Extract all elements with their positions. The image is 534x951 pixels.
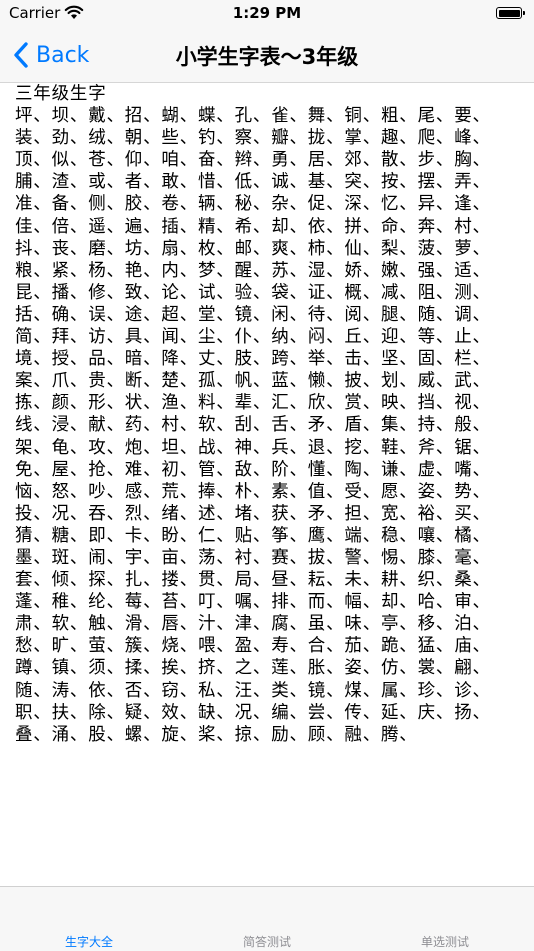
tab-short-answer-test[interactable]: 简答测试 [178,933,356,950]
character-line: 昆、播、修、致、论、试、验、袋、证、概、减、阻、测、 [15,282,491,303]
character-line: 佳、倍、遥、遍、插、精、希、却、依、拼、命、奔、村、 [15,216,491,237]
tab-all-characters[interactable]: 生字大全 [0,933,178,950]
character-line: 免、屋、抢、难、初、管、敌、阶、懂、陶、谦、虚、嘴、 [15,459,491,480]
character-line: 坪、坝、戴、招、蝴、蝶、孔、雀、舞、铜、粗、尾、要、 [15,106,491,127]
character-line: 境、授、品、暗、降、丈、肢、跨、举、击、坚、固、栏、 [15,349,491,370]
character-line: 恼、怒、吵、感、荒、捧、朴、素、值、受、愿、姿、势、 [15,481,491,502]
page-title: 小学生字表～3年级 [175,45,359,69]
character-line: 粮、紧、杨、艳、内、梦、醒、苏、湿、娇、嫩、强、适、 [15,260,491,281]
character-line: 肃、软、触、滑、唇、汁、津、腐、虽、味、亭、移、泊、 [15,614,491,635]
character-line: 架、龟、攻、炮、坦、战、神、兵、退、挖、鞋、斧、锯、 [15,437,491,458]
character-line: 准、备、侧、胶、卷、辆、秘、杂、促、深、忆、异、逢、 [15,194,491,215]
character-line: 括、确、误、途、超、堂、镜、闲、待、阅、腿、随、调、 [15,304,491,325]
character-line: 顶、似、苍、仰、咱、奋、辫、勇、居、郊、散、步、胸、 [15,150,491,171]
character-list-text: 三年级生字 坪、坝、戴、招、蝴、蝶、孔、雀、舞、铜、粗、尾、要、 装、劲、绒、朝、些… [15,83,525,746]
character-line: 拣、颜、形、状、渔、料、辈、汇、欣、赏、映、挡、视、 [15,393,491,414]
character-line: 装、劲、绒、朝、些、钓、察、瓣、拢、掌、趣、爬、峰、 [15,128,491,149]
status-time: 1:29 PM [232,4,302,22]
character-line: 蹲、镇、须、揉、挨、挤、之、莲、胀、姿、仿、裳、翩、 [15,658,491,679]
character-line: 叠、涌、股、螺、旋、桨、掠、励、顾、融、腾、 [15,724,418,745]
character-line: 愁、旷、萤、簇、烧、喂、盈、寿、合、茄、跪、猛、庙、 [15,636,491,657]
character-line: 脯、渣、或、者、敢、惜、低、诚、基、突、按、摆、弄、 [15,172,491,193]
status-bar: Carrier 1:29 PM [0,0,534,28]
character-line: 猜、糖、即、卡、盼、仁、贴、筝、鹰、端、稳、嚷、橘、 [15,525,491,546]
character-line: 蓬、稚、纶、莓、苔、叮、嘱、排、而、幅、却、哈、审、 [15,592,491,613]
character-line: 随、涛、依、否、窃、私、汪、类、镜、煤、属、珍、诊、 [15,680,491,701]
section-heading: 三年级生字 [15,84,107,104]
navigation-bar: Back 小学生字表～3年级 [0,28,534,83]
character-line: 套、倾、探、扎、搂、贯、局、昼、耘、未、耕、织、桑、 [15,570,491,591]
character-line: 墨、斑、闹、宇、亩、荡、衬、赛、拔、警、惕、膝、毫、 [15,547,491,568]
character-line: 案、爪、贵、断、楚、孤、帆、蓝、懒、披、划、威、武、 [15,371,491,392]
tab-bar: 生字大全 简答测试 单选测试 [0,886,534,951]
character-line: 投、况、吞、烈、绪、述、堵、获、矛、担、宽、裕、买、 [15,503,491,524]
character-line: 简、拜、访、具、闻、尘、仆、纳、闷、丘、迎、等、止、 [15,327,491,348]
tab-single-choice-test[interactable]: 单选测试 [356,933,534,950]
character-line: 职、扶、除、疑、效、缺、况、编、尝、传、延、庆、扬、 [15,702,491,723]
character-line: 线、浸、献、药、村、软、刮、舌、矛、盾、集、持、般、 [15,415,491,436]
character-line: 抖、丧、磨、坊、扇、枚、邮、爽、柿、仙、梨、菠、萝、 [15,238,491,259]
battery-icon [496,7,525,19]
